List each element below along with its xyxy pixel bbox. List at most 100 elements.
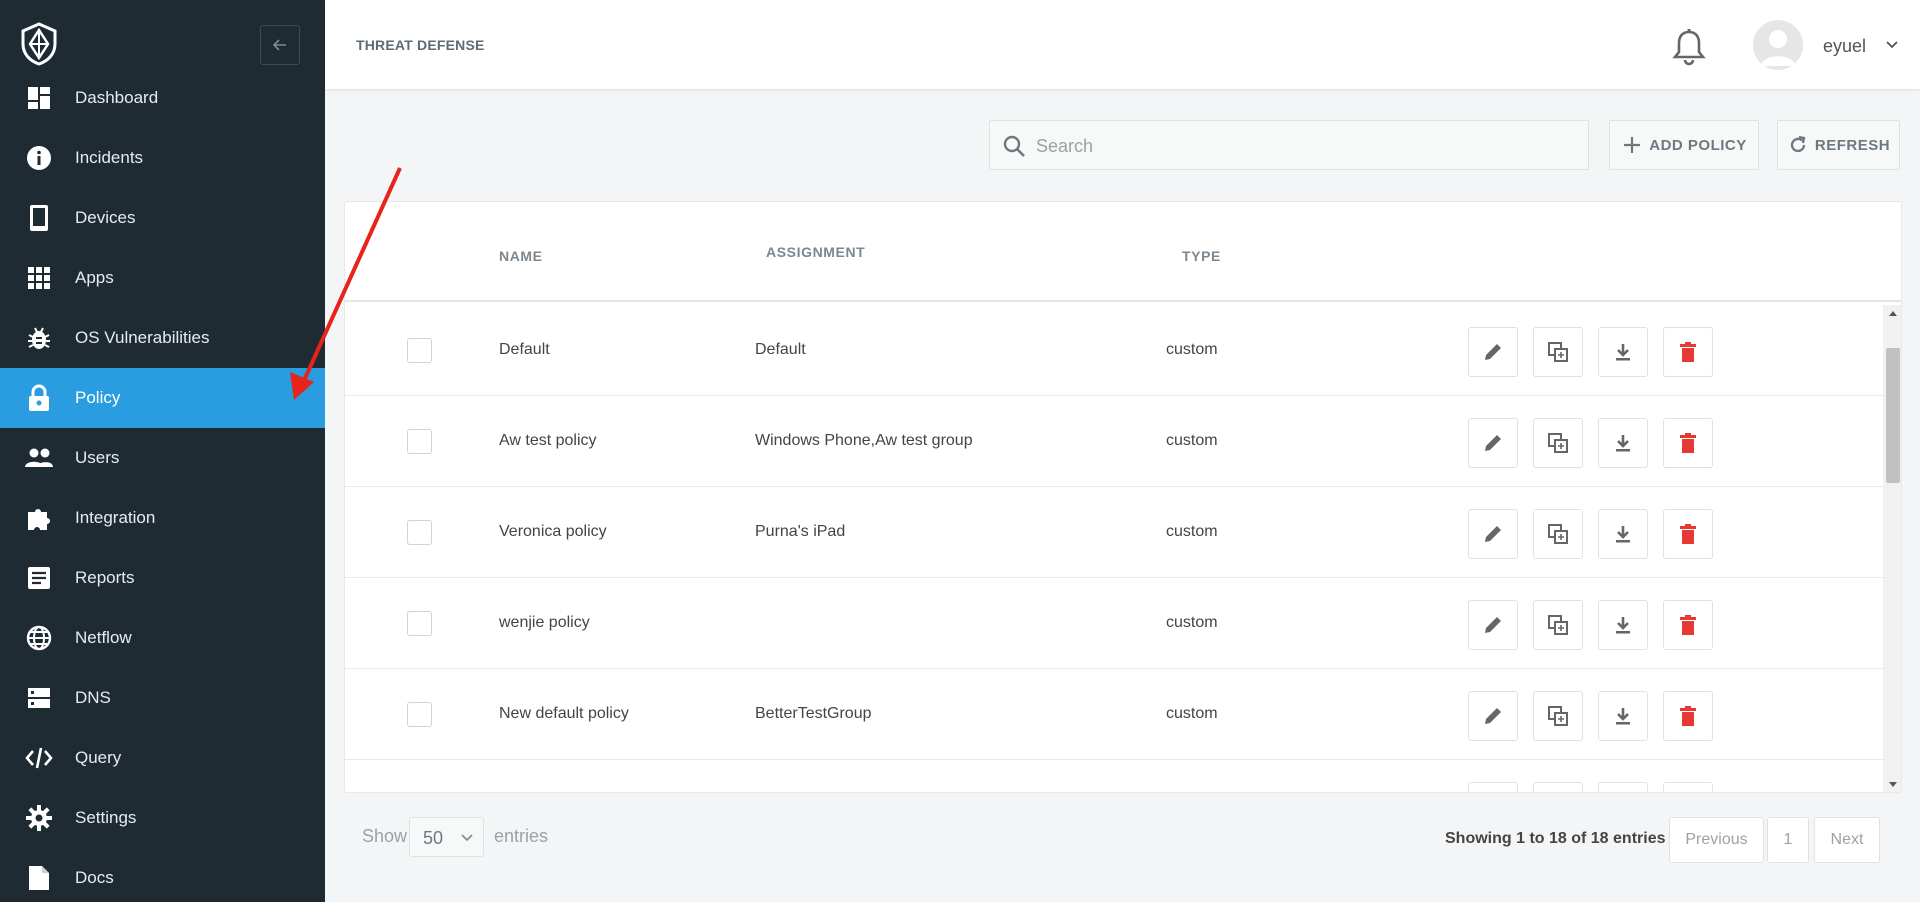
download-icon [1616, 526, 1630, 543]
duplicate-button[interactable] [1533, 327, 1583, 377]
edit-button[interactable] [1468, 418, 1518, 468]
policy-assignment: Windows Phone,Aw test group [755, 432, 973, 449]
sidebar-item-settings[interactable]: Settings [0, 788, 325, 848]
scroll-down-icon[interactable] [1888, 779, 1898, 789]
entries-per-page-select[interactable]: 50 [409, 817, 484, 857]
table-header: NAME ASSIGNMENT TYPE [345, 202, 1901, 302]
puzzle-icon [25, 504, 53, 532]
scrollbar-thumb[interactable] [1886, 348, 1900, 483]
download-button[interactable] [1598, 509, 1648, 559]
chevron-down-icon[interactable] [1885, 38, 1899, 52]
pencil-icon [1485, 708, 1501, 724]
duplicate-button[interactable] [1533, 600, 1583, 650]
next-page-button[interactable]: Next [1814, 817, 1880, 863]
sidebar-nav: Dashboard Incidents Devices Apps OS Vuln… [0, 68, 325, 902]
info-icon [25, 144, 53, 172]
trash-icon [1680, 706, 1696, 726]
sidebar-item-docs[interactable]: Docs [0, 848, 325, 902]
chevron-down-icon [460, 831, 474, 845]
delete-button[interactable] [1663, 600, 1713, 650]
edit-button[interactable] [1468, 782, 1518, 792]
apps-grid-icon [25, 264, 53, 292]
duplicate-button[interactable] [1533, 691, 1583, 741]
row-checkbox[interactable] [407, 702, 432, 727]
sidebar-item-apps[interactable]: Apps [0, 248, 325, 308]
delete-button[interactable] [1663, 327, 1713, 377]
edit-button[interactable] [1468, 600, 1518, 650]
sidebar-item-incidents[interactable]: Incidents [0, 128, 325, 188]
copy-icon [1548, 524, 1568, 544]
policy-type: custom [1166, 432, 1218, 449]
sidebar-item-dns[interactable]: DNS [0, 668, 325, 728]
page-title: THREAT DEFENSE [356, 37, 485, 53]
sidebar-item-netflow[interactable]: Netflow [0, 608, 325, 668]
download-button[interactable] [1598, 418, 1648, 468]
shield-logo-icon[interactable] [20, 22, 58, 66]
column-header-name[interactable]: NAME [499, 248, 543, 264]
duplicate-button[interactable] [1533, 509, 1583, 559]
delete-button[interactable] [1663, 782, 1713, 792]
scroll-up-icon[interactable] [1888, 309, 1898, 319]
refresh-icon [1787, 134, 1809, 156]
download-icon [1616, 344, 1630, 361]
sidebar-item-label: Devices [75, 208, 136, 227]
download-button[interactable] [1598, 600, 1648, 650]
pencil-icon [1485, 526, 1501, 542]
row-checkbox[interactable] [407, 520, 432, 545]
duplicate-button[interactable] [1533, 782, 1583, 792]
entries-label: entries [494, 826, 549, 846]
sidebar-item-users[interactable]: Users [0, 428, 325, 488]
gear-icon [25, 804, 53, 832]
sidebar-item-label: Apps [75, 268, 114, 287]
download-icon [1616, 617, 1630, 634]
row-checkbox[interactable] [407, 429, 432, 454]
row-checkbox[interactable] [407, 611, 432, 636]
refresh-button[interactable]: REFRESH [1777, 120, 1900, 170]
previous-page-button[interactable]: Previous [1669, 817, 1764, 863]
policy-assignment: Default [755, 341, 806, 358]
username[interactable]: eyuel [1823, 36, 1866, 57]
delete-button[interactable] [1663, 691, 1713, 741]
sidebar-item-devices[interactable]: Devices [0, 188, 325, 248]
show-label: Show [362, 826, 408, 846]
sidebar-item-query[interactable]: Query [0, 728, 325, 788]
policy-table: NAME ASSIGNMENT TYPE Default Default cus… [344, 201, 1902, 793]
refresh-label: REFRESH [1814, 136, 1891, 154]
table-row: New default policy BetterTestGroup custo… [345, 669, 1883, 760]
delete-button[interactable] [1663, 418, 1713, 468]
sidebar-item-label: Dashboard [75, 88, 159, 107]
search-input[interactable] [1036, 131, 1576, 161]
trash-icon [1680, 433, 1696, 453]
delete-button[interactable] [1663, 509, 1713, 559]
sidebar-item-label: OS Vulnerabilities [75, 328, 210, 347]
table-row: Veronica policy Purna's iPad custom [345, 487, 1883, 578]
download-button[interactable] [1598, 782, 1648, 792]
notifications-bell-icon[interactable] [1671, 28, 1707, 66]
sidebar-item-label: Docs [75, 868, 114, 887]
copy-icon [1548, 433, 1568, 453]
sidebar-item-label: Query [75, 748, 122, 767]
collapse-sidebar-button[interactable] [260, 25, 300, 65]
sidebar-item-reports[interactable]: Reports [0, 548, 325, 608]
edit-button[interactable] [1468, 691, 1518, 741]
column-header-assignment[interactable]: ASSIGNMENT [766, 244, 865, 260]
edit-button[interactable] [1468, 509, 1518, 559]
row-checkbox[interactable] [407, 338, 432, 363]
edit-button[interactable] [1468, 327, 1518, 377]
page-1-button[interactable]: 1 [1767, 817, 1809, 863]
column-header-type[interactable]: TYPE [1182, 248, 1221, 264]
add-policy-button[interactable]: ADD POLICY [1609, 120, 1759, 170]
code-icon [25, 744, 53, 772]
sidebar-item-os-vulnerabilities[interactable]: OS Vulnerabilities [0, 308, 325, 368]
sidebar-item-policy[interactable]: Policy [0, 368, 325, 428]
sidebar-item-dashboard[interactable]: Dashboard [0, 68, 325, 128]
table-scrollbar[interactable] [1883, 305, 1901, 792]
duplicate-button[interactable] [1533, 418, 1583, 468]
download-button[interactable] [1598, 327, 1648, 377]
sidebar-item-integration[interactable]: Integration [0, 488, 325, 548]
policy-name: Veronica policy [499, 523, 607, 540]
sidebar-item-label: Reports [75, 568, 135, 587]
avatar[interactable] [1753, 20, 1803, 70]
add-policy-label: ADD POLICY [1649, 136, 1747, 154]
download-button[interactable] [1598, 691, 1648, 741]
